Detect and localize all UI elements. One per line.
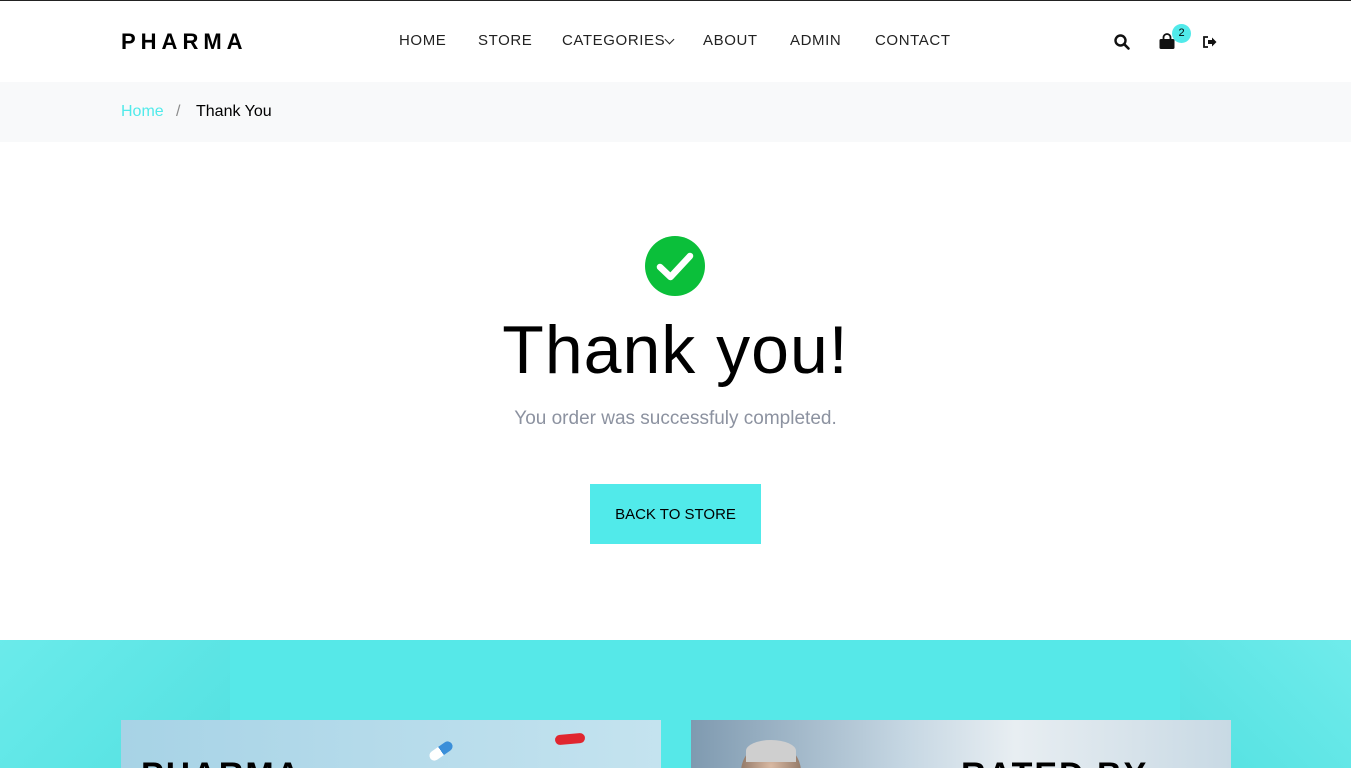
confirmation-message: You order was successfuly completed.	[514, 408, 837, 429]
breadcrumb-current: Thank You	[196, 103, 272, 120]
site-header: PHARMA HOME STORE CATEGORIES ABOUT ADMIN…	[0, 1, 1351, 82]
promo-card-title: RATED BY	[961, 756, 1148, 768]
breadcrumb-home-link[interactable]: Home	[121, 103, 164, 121]
promo-card[interactable]: RATED BY	[691, 720, 1231, 768]
page-title: Thank you!	[502, 312, 849, 388]
site-logo[interactable]: PHARMA	[121, 29, 248, 55]
search-icon[interactable]	[1113, 33, 1133, 53]
nav-home[interactable]: HOME	[399, 32, 446, 49]
capsule-image	[554, 732, 586, 746]
breadcrumb: Home / Thank You	[0, 82, 1351, 142]
sign-out-icon[interactable]	[1202, 35, 1222, 55]
promo-section: PHARMA RATED BY	[0, 640, 1351, 768]
capsule-image	[427, 739, 455, 763]
promo-card[interactable]: PHARMA	[121, 720, 661, 768]
back-to-store-button[interactable]: BACK TO STORE	[590, 484, 761, 544]
cart-count-badge: 2	[1172, 24, 1191, 43]
nav-store[interactable]: STORE	[478, 32, 532, 49]
breadcrumb-separator: /	[176, 103, 181, 120]
check-circle-icon	[645, 236, 705, 296]
nav-admin[interactable]: ADMIN	[790, 32, 841, 49]
doctor-image	[746, 740, 796, 762]
nav-contact[interactable]: CONTACT	[875, 32, 951, 49]
chevron-down-icon[interactable]	[664, 34, 675, 45]
nav-categories[interactable]: CATEGORIES	[562, 32, 665, 49]
promo-card-title: PHARMA	[141, 756, 302, 768]
nav-about[interactable]: ABOUT	[703, 32, 758, 49]
